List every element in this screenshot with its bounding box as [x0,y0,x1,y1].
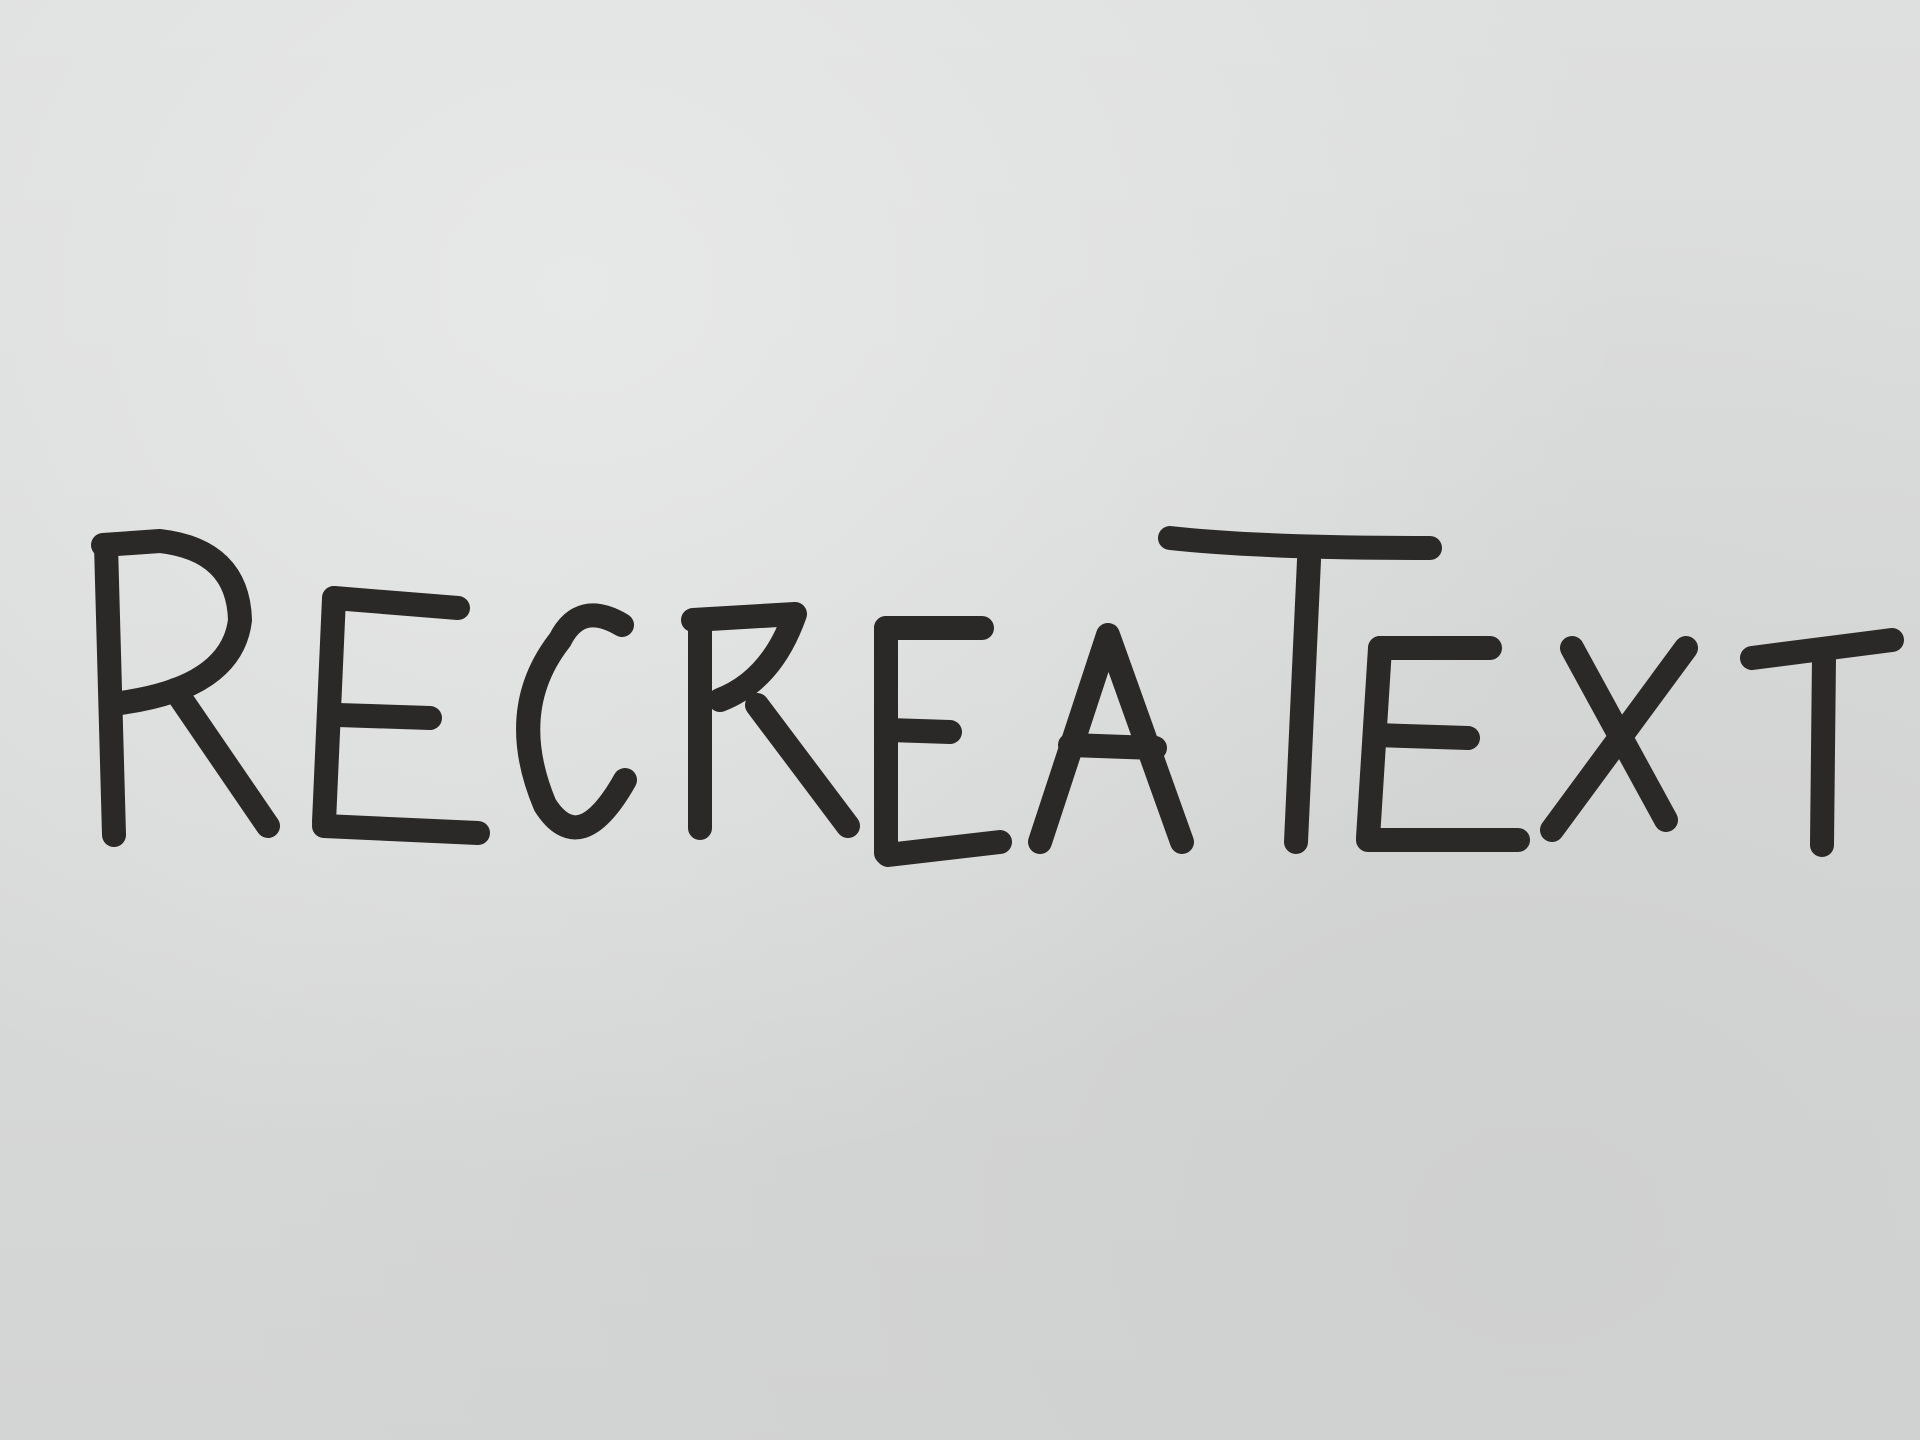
letter-a [1028,623,1194,854]
letter-t [1158,526,1442,854]
letter-r [91,529,280,847]
letter-e-3 [1356,636,1530,852]
letter-e [312,586,490,845]
letter-c [516,603,637,840]
letter-e-2 [874,616,1012,867]
handwritten-word-recreatext [91,526,1904,867]
letter-t-2 [1740,628,1904,857]
letter-x [1540,636,1698,842]
paper-sheet: RecreaText [0,0,1920,1440]
letter-r-2 [681,602,860,840]
